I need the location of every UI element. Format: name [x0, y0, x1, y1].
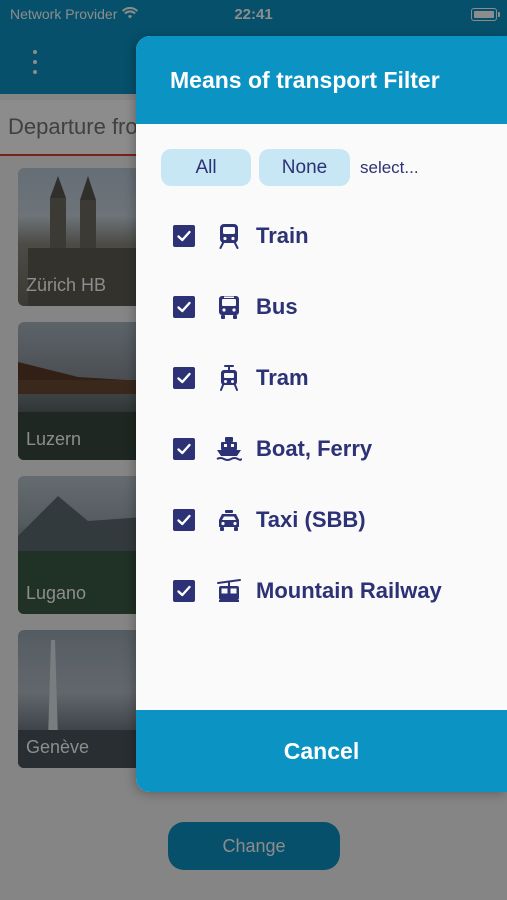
transport-filter-modal: Means of transport Filter All None selec…	[136, 36, 507, 792]
modal-title: Means of transport Filter	[170, 66, 440, 93]
train-icon	[216, 223, 242, 249]
checkmark-icon	[177, 230, 191, 242]
select-none-button[interactable]: None	[259, 149, 350, 186]
option-label: Taxi (SBB)	[256, 507, 366, 532]
option-label: Bus	[256, 294, 298, 319]
modal-header: Means of transport Filter	[136, 36, 507, 124]
taxi-icon	[216, 507, 242, 533]
option-tram[interactable]: Tram	[173, 358, 309, 398]
checkmark-icon	[177, 372, 191, 384]
tram-icon	[216, 365, 242, 391]
option-mountain-railway[interactable]: Mountain Railway	[173, 571, 442, 611]
select-all-button[interactable]: All	[161, 149, 251, 186]
checkmark-icon	[177, 514, 191, 526]
cable-car-icon	[216, 578, 242, 604]
option-taxi[interactable]: Taxi (SBB)	[173, 500, 366, 540]
checkmark-icon	[177, 301, 191, 313]
option-train[interactable]: Train	[173, 216, 309, 256]
checkbox-checked[interactable]	[173, 438, 195, 460]
quick-select-row: All None select...	[161, 149, 419, 186]
checkmark-icon	[177, 585, 191, 597]
checkbox-checked[interactable]	[173, 509, 195, 531]
bus-icon	[216, 294, 242, 320]
checkbox-checked[interactable]	[173, 225, 195, 247]
boat-icon	[216, 436, 242, 462]
option-label: Train	[256, 223, 309, 248]
checkbox-checked[interactable]	[173, 367, 195, 389]
checkmark-icon	[177, 443, 191, 455]
option-label: Tram	[256, 365, 309, 390]
option-label: Mountain Railway	[256, 578, 442, 603]
cancel-button[interactable]: Cancel	[136, 710, 507, 792]
option-bus[interactable]: Bus	[173, 287, 298, 327]
option-boat-ferry[interactable]: Boat, Ferry	[173, 429, 372, 469]
select-hint: select...	[360, 157, 419, 177]
checkbox-checked[interactable]	[173, 580, 195, 602]
checkbox-checked[interactable]	[173, 296, 195, 318]
option-label: Boat, Ferry	[256, 436, 373, 461]
